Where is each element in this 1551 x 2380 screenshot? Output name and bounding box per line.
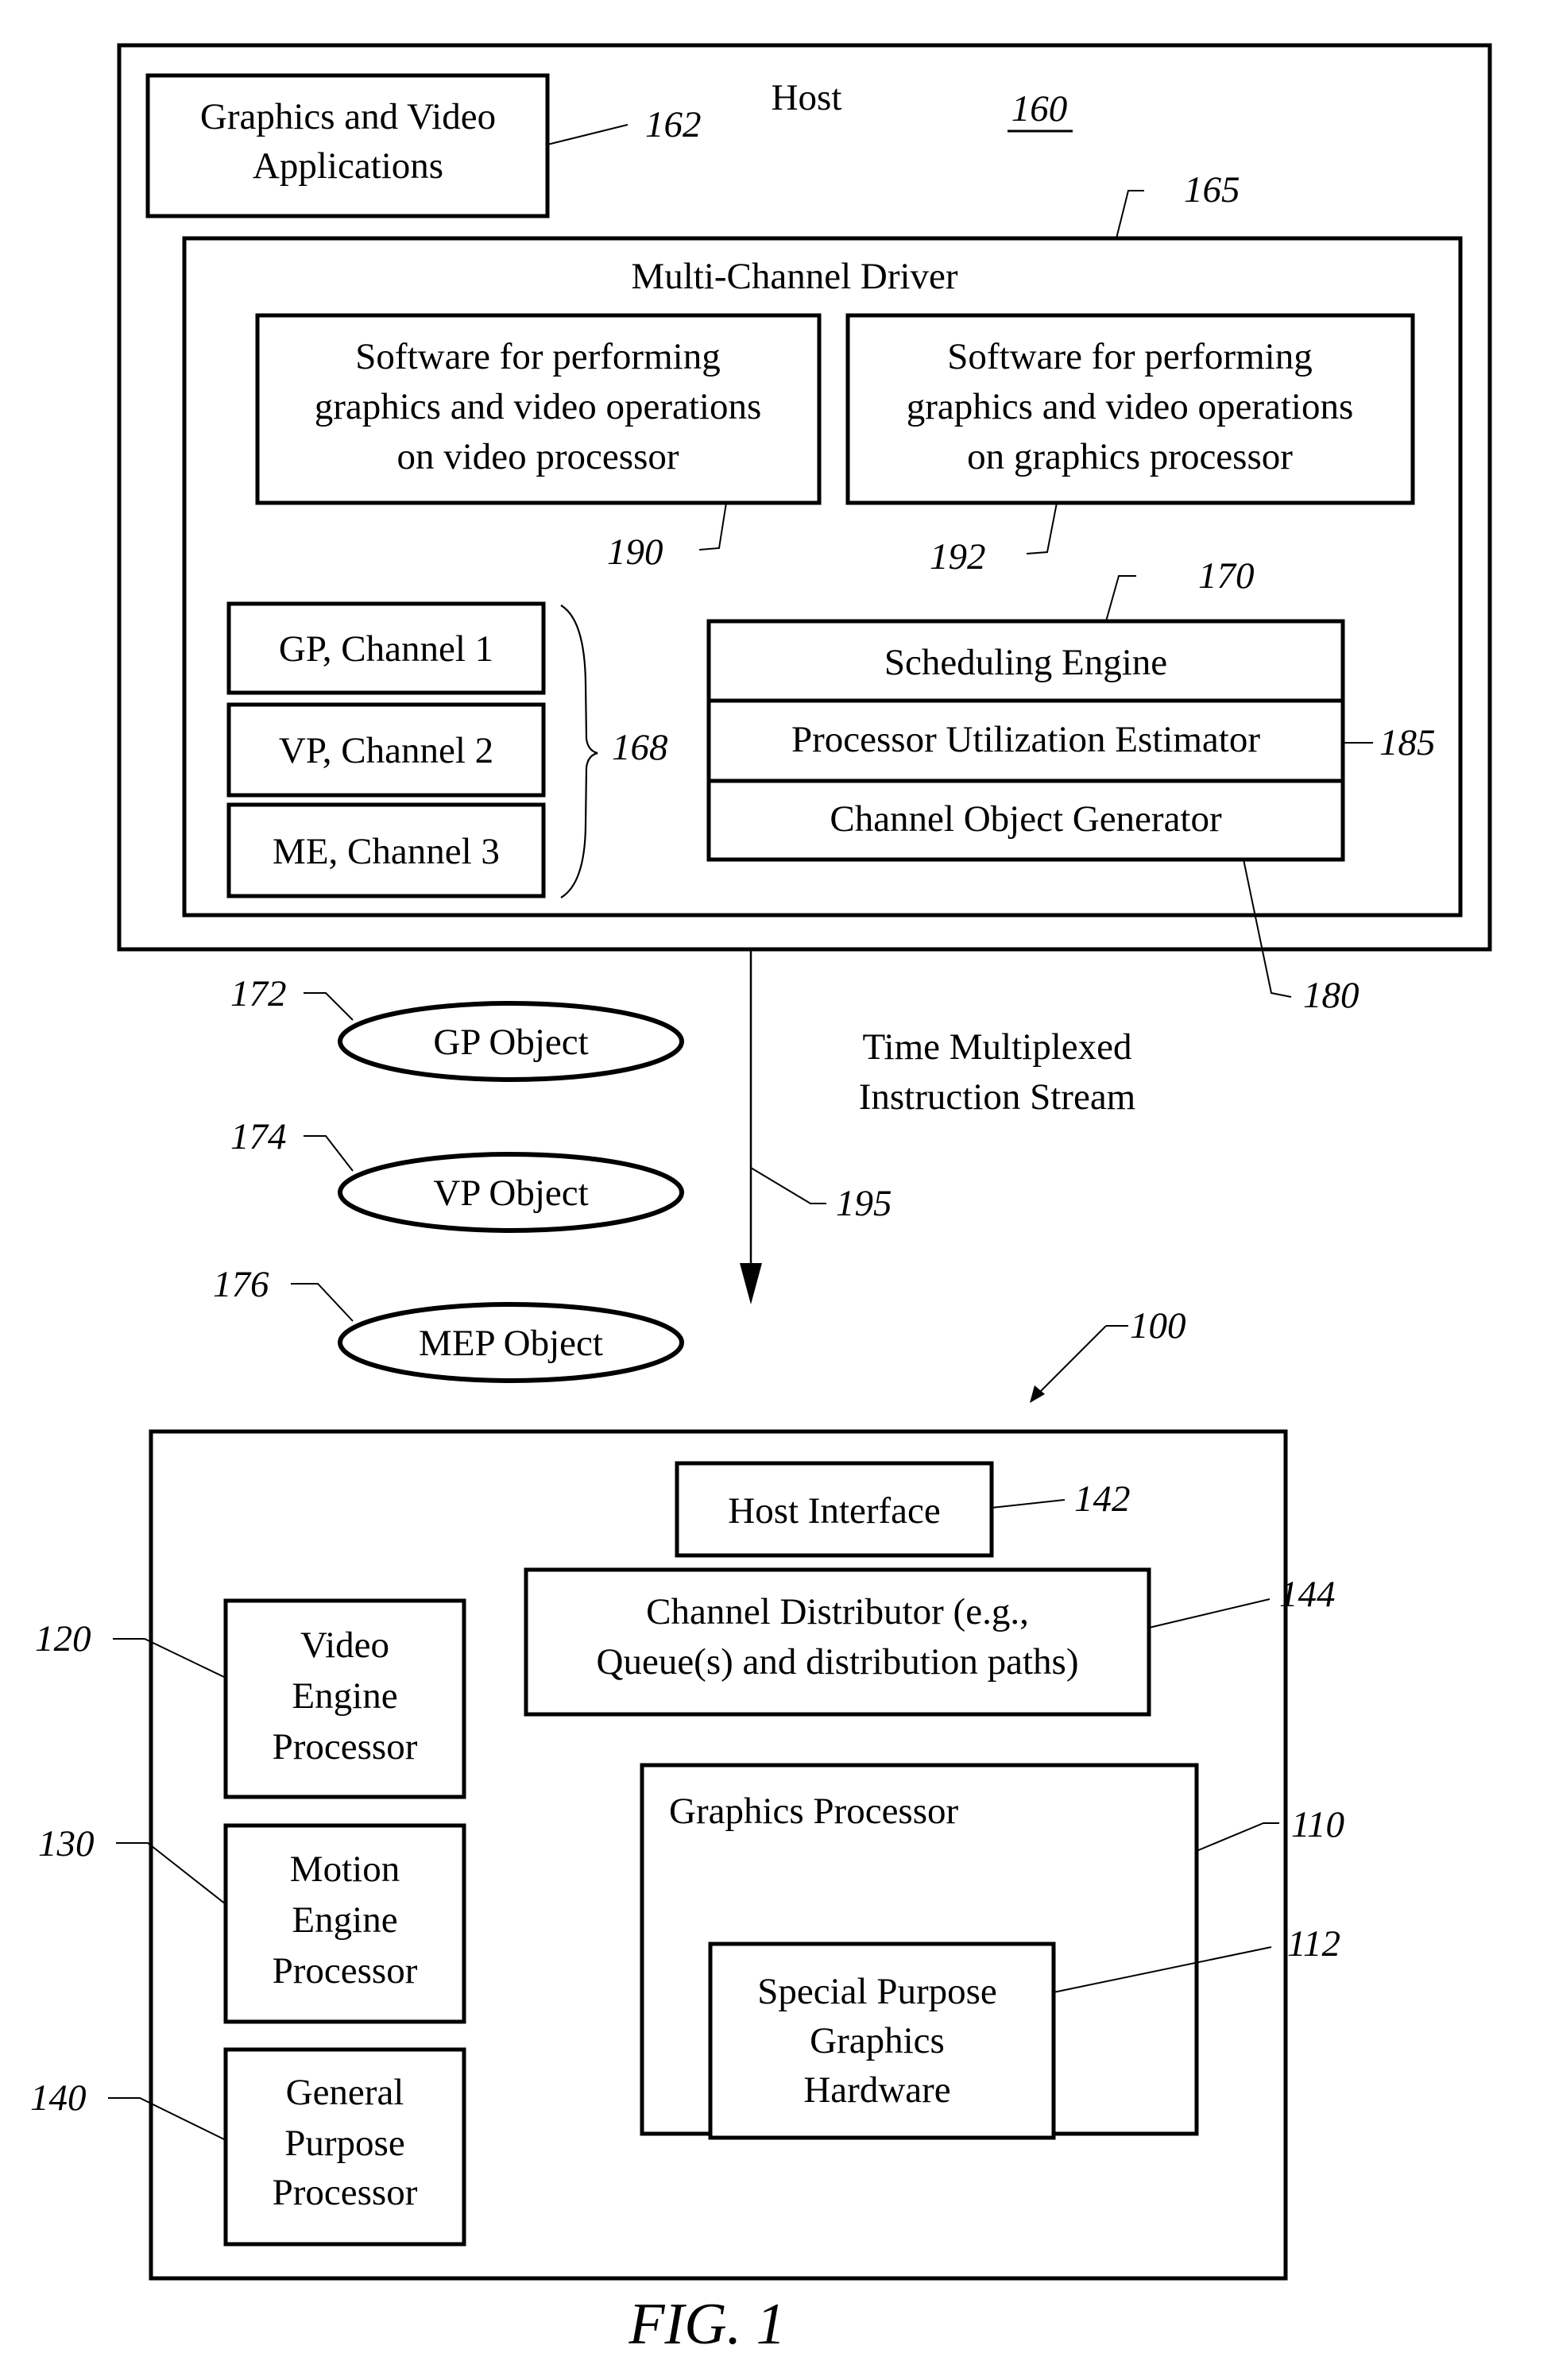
mep-object-ref: 176 [213, 1264, 269, 1305]
general-purpose-line-3: Processor [273, 2172, 418, 2213]
stream-label-line-1: Time Multiplexed [862, 1026, 1131, 1068]
channel-object-generator-label: Channel Object Generator [830, 798, 1222, 840]
sw-video-line-1: Software for performing [355, 336, 720, 377]
gp-object-label: GP Object [433, 1022, 588, 1063]
channel-objects: GP Object 172 VP Object 174 MEP Object 1… [213, 973, 684, 1383]
device-leader-arrowhead [1030, 1385, 1045, 1403]
video-engine-line-1: Video [300, 1625, 389, 1666]
host-interface-label: Host Interface [728, 1490, 941, 1532]
host-label: Host [772, 77, 842, 118]
channel-1-label: GP, Channel 1 [279, 628, 493, 670]
patent-figure: Host 160 Graphics and Video Applications… [30, 43, 1492, 2357]
stream-arrow-head [740, 1263, 762, 1304]
processor-utilization-estimator-label: Processor Utilization Estimator [791, 719, 1260, 760]
device-block: 100 Host Interface 142 Channel Distribut… [30, 1305, 1344, 2281]
channel-distributor-line-2: Queue(s) and distribution paths) [597, 1641, 1079, 1683]
motion-engine-line-1: Motion [290, 1849, 400, 1890]
motion-engine-ref: 130 [38, 1823, 95, 1864]
motion-engine-line-2: Engine [292, 1899, 397, 1941]
special-hw-line-2: Graphics [810, 2020, 945, 2061]
channels-ref: 168 [612, 727, 668, 768]
multi-channel-driver-label: Multi-Channel Driver [631, 256, 958, 297]
figure-caption: FIG. 1 [628, 2292, 785, 2357]
device-leader-line [1036, 1325, 1128, 1396]
sw-graphics-line-3: on graphics processor [967, 436, 1293, 477]
sw-video-line-3: on video processor [396, 436, 679, 477]
sw-video-ref: 190 [607, 531, 663, 573]
vp-object-ref: 174 [230, 1116, 287, 1157]
host-ref: 160 [1011, 88, 1068, 129]
graphics-video-apps-line-1: Graphics and Video [200, 96, 496, 137]
general-purpose-line-2: Purpose [284, 2123, 404, 2164]
scheduling-engine-ref: 170 [1198, 555, 1255, 597]
instruction-stream: Time Multiplexed Instruction Stream 195 [740, 949, 1135, 1304]
video-engine-line-3: Processor [273, 1726, 418, 1768]
special-hw-line-3: Hardware [803, 2069, 950, 2111]
stream-leader-line [750, 1167, 826, 1204]
channel-distributor-ref: 144 [1279, 1574, 1336, 1615]
video-engine-ref: 120 [35, 1618, 91, 1659]
graphics-video-apps-line-2: Applications [253, 145, 443, 187]
vp-object-label: VP Object [433, 1173, 588, 1214]
special-hw-line-1: Special Purpose [757, 1971, 997, 2012]
driver-ref: 165 [1184, 169, 1240, 211]
channel-3-label: ME, Channel 3 [273, 831, 500, 872]
channel-2-label: VP, Channel 2 [279, 730, 493, 771]
device-ref: 100 [1130, 1305, 1186, 1346]
video-engine-line-2: Engine [292, 1675, 397, 1717]
sw-graphics-line-1: Software for performing [947, 336, 1312, 377]
mep-object-leader-line [291, 1283, 354, 1322]
general-purpose-ref: 140 [30, 2077, 87, 2119]
special-hw-ref: 112 [1287, 1923, 1340, 1965]
host-block: Host 160 Graphics and Video Applications… [117, 43, 1492, 1016]
stream-label-line-2: Instruction Stream [859, 1076, 1136, 1118]
vp-object-leader-line [304, 1135, 354, 1172]
sw-graphics-line-2: graphics and video operations [907, 386, 1354, 427]
estimator-ref: 185 [1379, 722, 1436, 763]
general-purpose-line-1: General [286, 2072, 404, 2113]
mep-object-label: MEP Object [419, 1323, 603, 1364]
object-generator-ref: 180 [1303, 975, 1360, 1016]
scheduling-engine-label: Scheduling Engine [884, 642, 1167, 683]
graphics-processor-label: Graphics Processor [669, 1791, 959, 1832]
gp-object-ref: 172 [230, 973, 287, 1014]
host-interface-ref: 142 [1074, 1478, 1131, 1520]
motion-engine-line-3: Processor [273, 1950, 418, 1992]
stream-ref: 195 [836, 1183, 892, 1224]
gp-object-leader-line [304, 992, 354, 1021]
channel-distributor-line-1: Channel Distributor (e.g., [646, 1591, 1029, 1632]
apps-ref: 162 [645, 104, 702, 145]
sw-graphics-ref: 192 [930, 536, 986, 578]
graphics-processor-ref: 110 [1291, 1804, 1344, 1845]
sw-video-line-2: graphics and video operations [315, 386, 762, 427]
